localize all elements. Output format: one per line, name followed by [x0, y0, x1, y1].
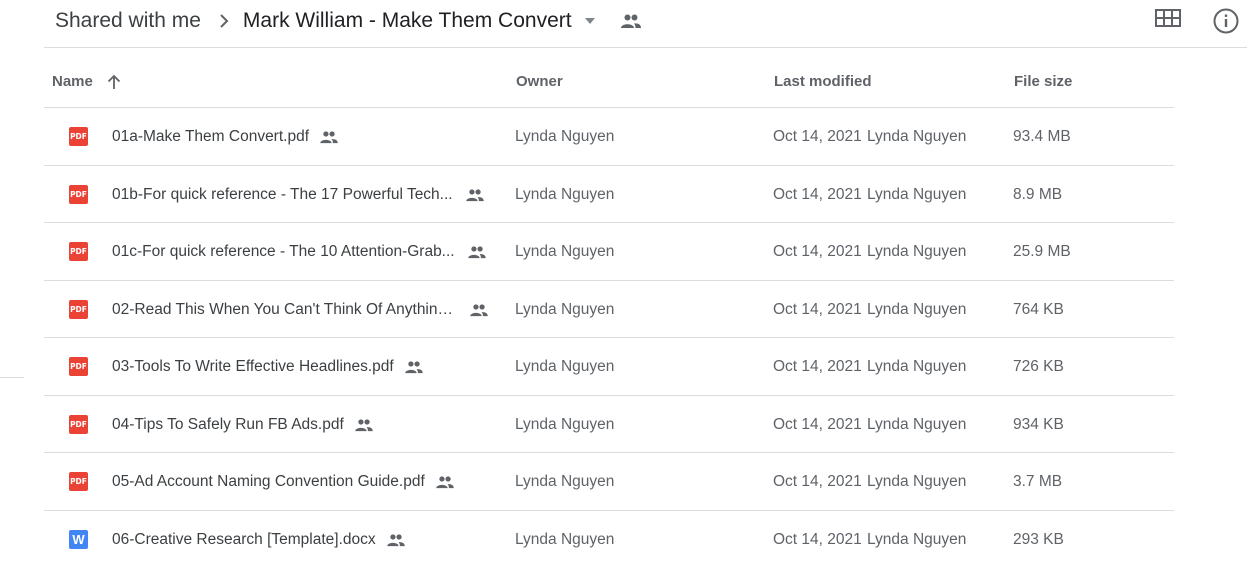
file-name: 01c-For quick reference - The 10 Attenti… — [112, 242, 487, 262]
file-size: 293 KB — [1013, 530, 1064, 548]
column-header-name-label: Name — [52, 73, 93, 90]
file-modified-by: Lynda Nguyen — [867, 358, 967, 375]
column-header-file-size[interactable]: File size — [1014, 72, 1072, 92]
file-modified-by: Lynda Nguyen — [867, 473, 967, 490]
file-owner: Lynda Nguyen — [515, 530, 615, 548]
file-size: 3.7 MB — [1013, 473, 1063, 490]
arrow-up-icon[interactable] — [107, 74, 121, 90]
file-name-text: 04-Tips To Safely Run FB Ads.pdf — [112, 415, 344, 433]
file-list: PDF 01a-Make Them Convert.pdf Lynda Nguy… — [44, 107, 1174, 566]
file-modified-by: Lynda Nguyen — [867, 415, 967, 433]
file-modified-date: Oct 14, 2021 — [773, 530, 862, 548]
view-details-button[interactable] — [1212, 7, 1240, 35]
file-modified-by: Lynda Nguyen — [867, 185, 967, 203]
file-modified-by: Lynda Nguyen — [867, 300, 967, 318]
file-modified-date: Oct 14, 2021 — [773, 185, 862, 203]
breadcrumb-shared-with-me[interactable]: Shared with me — [55, 9, 201, 33]
file-name: 05-Ad Account Naming Convention Guide.pd… — [112, 472, 455, 492]
file-owner: Lynda Nguyen — [515, 358, 615, 375]
file-modified-date: Oct 14, 2021 — [773, 300, 862, 318]
file-name: 02-Read This When You Can't Think Of Any… — [112, 300, 489, 320]
file-name-text: 05-Ad Account Naming Convention Guide.pd… — [112, 473, 425, 490]
left-divider-stub — [0, 377, 24, 378]
people-icon — [469, 303, 489, 317]
file-owner: Lynda Nguyen — [515, 243, 615, 260]
file-row[interactable]: PDF 04-Tips To Safely Run FB Ads.pdf Lyn… — [44, 394, 1174, 453]
file-size: 726 KB — [1013, 358, 1064, 375]
word-doc-icon: W — [69, 529, 88, 549]
people-icon — [465, 188, 485, 202]
column-header-last-modified[interactable]: Last modified — [774, 72, 872, 92]
header-divider — [44, 47, 1247, 48]
file-row[interactable]: PDF 03-Tools To Write Effective Headline… — [44, 337, 1174, 395]
info-icon — [1213, 8, 1239, 34]
file-name: 01b-For quick reference - The 17 Powerfu… — [112, 185, 485, 205]
people-icon — [467, 245, 487, 259]
pdf-file-icon: PDF — [69, 127, 88, 146]
file-owner: Lynda Nguyen — [515, 415, 615, 433]
file-modified-date: Oct 14, 2021 — [773, 128, 862, 145]
chevron-right-icon — [219, 13, 229, 29]
people-icon — [404, 360, 424, 374]
file-size: 25.9 MB — [1013, 243, 1071, 260]
file-row[interactable]: PDF 02-Read This When You Can't Think Of… — [44, 279, 1174, 338]
file-row[interactable]: PDF 01a-Make Them Convert.pdf Lynda Nguy… — [44, 107, 1174, 165]
file-size: 934 KB — [1013, 415, 1064, 433]
file-size: 8.9 MB — [1013, 185, 1063, 203]
file-name-text: 02-Read This When You Can't Think Of Any… — [112, 300, 457, 318]
file-name: 04-Tips To Safely Run FB Ads.pdf — [112, 415, 374, 435]
pdf-file-icon: PDF — [69, 357, 88, 376]
file-row[interactable]: PDF 05-Ad Account Naming Convention Guid… — [44, 452, 1174, 510]
breadcrumb: Shared with me Mark William - Make Them … — [55, 7, 642, 35]
file-name-text: 01a-Make Them Convert.pdf — [112, 128, 310, 145]
pdf-file-icon: PDF — [69, 242, 88, 261]
file-name-text: 01b-For quick reference - The 17 Powerfu… — [112, 185, 453, 203]
current-folder-name: Mark William - Make Them Convert — [242, 9, 572, 32]
file-row[interactable]: PDF 01c-For quick reference - The 10 Att… — [44, 222, 1174, 280]
file-name-text: 06-Creative Research [Template].docx — [112, 530, 376, 548]
file-row[interactable]: PDF 01b-For quick reference - The 17 Pow… — [44, 164, 1174, 223]
people-icon — [620, 13, 642, 29]
file-owner: Lynda Nguyen — [515, 185, 615, 203]
file-name: 06-Creative Research [Template].docx — [112, 530, 406, 550]
file-owner: Lynda Nguyen — [515, 473, 615, 490]
file-modified-by: Lynda Nguyen — [867, 530, 967, 548]
file-row[interactable]: W 06-Creative Research [Template].docx L… — [44, 509, 1174, 566]
grid-view-button[interactable] — [1155, 8, 1181, 28]
file-owner: Lynda Nguyen — [515, 128, 615, 145]
column-header-owner[interactable]: Owner — [516, 72, 563, 92]
people-icon — [354, 418, 374, 432]
file-name-text: 01c-For quick reference - The 10 Attenti… — [112, 243, 455, 260]
pdf-file-icon: PDF — [69, 299, 88, 319]
people-icon — [319, 130, 339, 144]
pdf-file-icon: PDF — [69, 414, 88, 434]
pdf-file-icon: PDF — [69, 472, 88, 491]
column-header-name[interactable]: Name — [52, 72, 121, 92]
people-icon — [386, 533, 406, 547]
file-name: 01a-Make Them Convert.pdf — [112, 127, 339, 147]
file-name: 03-Tools To Write Effective Headlines.pd… — [112, 357, 424, 377]
file-modified-by: Lynda Nguyen — [867, 128, 967, 145]
pdf-file-icon: PDF — [69, 184, 88, 204]
breadcrumb-current-folder[interactable]: Mark William - Make Them Convert — [243, 9, 596, 33]
file-modified-date: Oct 14, 2021 — [773, 473, 862, 490]
file-modified-date: Oct 14, 2021 — [773, 415, 862, 433]
file-size: 764 KB — [1013, 300, 1064, 318]
top-bar: Shared with me Mark William - Make Them … — [0, 0, 1247, 48]
file-modified-date: Oct 14, 2021 — [773, 358, 862, 375]
grid-view-icon — [1155, 9, 1181, 27]
file-modified-by: Lynda Nguyen — [867, 243, 967, 260]
file-owner: Lynda Nguyen — [515, 300, 615, 318]
file-size: 93.4 MB — [1013, 128, 1071, 145]
file-name-text: 03-Tools To Write Effective Headlines.pd… — [112, 358, 394, 375]
arrow-drop-down-icon[interactable] — [584, 17, 596, 25]
file-modified-date: Oct 14, 2021 — [773, 243, 862, 260]
people-icon — [435, 475, 455, 489]
